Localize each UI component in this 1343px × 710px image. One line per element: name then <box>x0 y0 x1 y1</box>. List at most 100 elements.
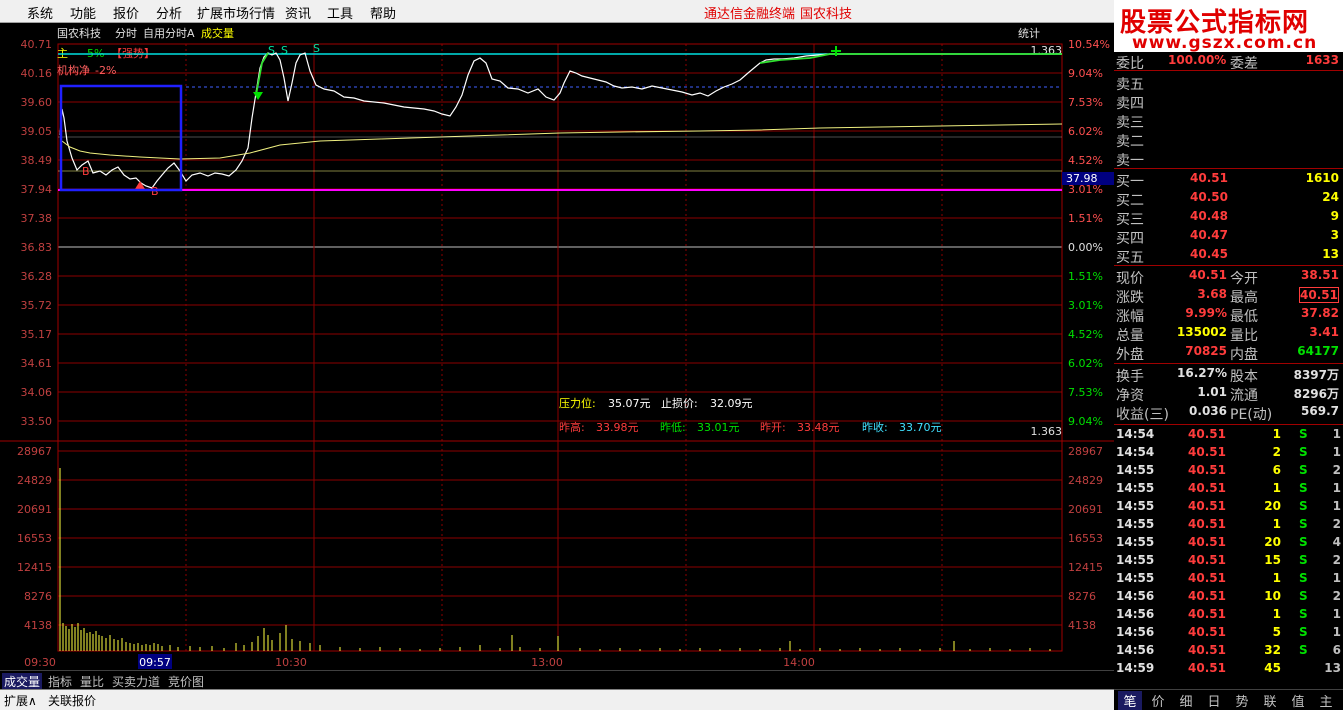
chart-mode[interactable]: 分时 <box>115 27 137 40</box>
price-lines <box>58 52 1063 191</box>
tick-count: 13 <box>1324 661 1341 675</box>
right-tab[interactable]: 联 <box>1258 691 1282 710</box>
tab-indicator[interactable]: 指标 <box>46 673 74 690</box>
order-ratio-value: 100.00% <box>1168 53 1227 67</box>
menu-system[interactable]: 系统 <box>27 3 53 22</box>
volume-tick-label-right: 16553 <box>1068 532 1103 545</box>
tab-volume[interactable]: 成交量 <box>2 673 43 690</box>
ask-row: 卖五 <box>1114 73 1343 93</box>
menu-tools[interactable]: 工具 <box>327 3 353 22</box>
tick-count: 1 <box>1332 481 1341 495</box>
stats-button[interactable]: 统计 <box>1018 27 1040 40</box>
stat-value: 37.82 <box>1301 306 1339 320</box>
tick-price: 40.51 <box>1188 571 1226 585</box>
stat-row: 换手 16.27% 股本 8397万 <box>1114 365 1343 385</box>
stat-label: 收益(三) <box>1116 407 1169 423</box>
stat-value: 8397万 <box>1293 368 1339 382</box>
stat-value: 3.41 <box>1309 325 1339 339</box>
tick-volume: 1 <box>1272 481 1281 495</box>
tab-expand[interactable]: 扩展∧ <box>4 692 37 709</box>
bid-price: 40.50 <box>1190 190 1228 204</box>
volume-tick-label: 28967 <box>17 445 52 458</box>
bid-price: 40.48 <box>1190 209 1228 223</box>
menu-function[interactable]: 功能 <box>70 3 96 22</box>
ask-row: 卖一 <box>1114 149 1343 169</box>
bid-label: 买五 <box>1116 250 1144 266</box>
stat-value: 1.01 <box>1197 385 1227 399</box>
pct-tick-label: 6.02% <box>1068 125 1103 138</box>
right-tab[interactable]: 日 <box>1202 691 1226 710</box>
extension-bar: 扩展∧ 关联报价 <box>0 689 1114 710</box>
pct-tick-label: 7.53% <box>1068 386 1103 399</box>
tick-price: 40.51 <box>1188 517 1226 531</box>
intraday-chart[interactable]: 40.71 10.54% 40.16 9.04% 39.60 7.53% 39.05 6.02… <box>0 23 1114 670</box>
tick-price: 40.51 <box>1188 553 1226 567</box>
menu-help[interactable]: 帮助 <box>370 3 396 22</box>
tick-volume: 15 <box>1264 553 1281 567</box>
tick-row: 14:56 40.51 32 S 6 <box>1114 642 1343 660</box>
tick-time: 14:59 <box>1116 661 1155 675</box>
tab-volume-ratio[interactable]: 量比 <box>78 673 106 690</box>
tick-volume: 32 <box>1264 643 1281 657</box>
stat-row: 涨幅 9.99% 最低 37.82 <box>1114 305 1343 325</box>
price-tick-label: 40.16 <box>21 67 53 80</box>
bid-price: 40.45 <box>1190 247 1228 261</box>
stat-row: 收益(三) 0.036 PE(动) 569.7 <box>1114 403 1343 423</box>
tick-time: 14:56 <box>1116 625 1155 639</box>
limit-segment <box>759 53 1062 64</box>
menu-analysis[interactable]: 分析 <box>156 3 182 22</box>
chart-indicator-name[interactable]: 自用分时A <box>143 27 195 40</box>
tick-row: 14:56 40.51 5 S 1 <box>1114 624 1343 642</box>
menu-ext-market[interactable]: 扩展市场行情 <box>197 3 275 22</box>
right-tab[interactable]: 势 <box>1230 691 1254 710</box>
menu-news[interactable]: 资讯 <box>285 3 311 22</box>
right-tab[interactable]: 主 <box>1314 691 1338 710</box>
tick-direction: S <box>1299 625 1308 639</box>
price-tick-label: 36.83 <box>21 241 53 254</box>
tab-related-quotes[interactable]: 关联报价 <box>48 692 96 709</box>
tick-volume: 20 <box>1264 499 1281 513</box>
stat-label: PE(动) <box>1230 407 1273 423</box>
tick-time: 14:55 <box>1116 499 1155 513</box>
tick-direction: S <box>1299 499 1308 513</box>
tick-time: 14:55 <box>1116 553 1155 567</box>
tick-price: 40.51 <box>1188 463 1226 477</box>
ask-label: 卖三 <box>1116 115 1144 131</box>
right-tab[interactable]: 价 <box>1146 691 1170 710</box>
institution-label: 机构净 <box>57 63 90 77</box>
tab-buy-sell-power[interactable]: 买卖力道 <box>110 673 162 690</box>
right-tab[interactable]: 细 <box>1174 691 1198 710</box>
ask-label: 卖一 <box>1116 153 1144 169</box>
chart-volume-label: 成交量 <box>201 26 234 40</box>
pct-tick-label: 4.52% <box>1068 154 1103 167</box>
bid-row: 买四 40.47 3 <box>1114 227 1343 247</box>
right-tab[interactable]: 笔 <box>1118 691 1142 710</box>
right-tab[interactable]: 值 <box>1286 691 1310 710</box>
bid-price: 40.51 <box>1190 171 1228 185</box>
tab-auction-chart[interactable]: 竞价图 <box>166 673 206 690</box>
top-right-value: 1.363 <box>1031 44 1063 57</box>
tick-direction: S <box>1299 517 1308 531</box>
divider <box>1114 70 1343 71</box>
ask-label: 卖五 <box>1116 77 1144 93</box>
tick-direction: S <box>1299 427 1308 441</box>
price-tick-label: 34.06 <box>21 386 53 399</box>
bid-price: 40.47 <box>1190 228 1228 242</box>
bid-volume: 3 <box>1330 228 1339 242</box>
tick-price: 40.51 <box>1188 445 1226 459</box>
tick-time: 14:55 <box>1116 481 1155 495</box>
tick-time: 14:54 <box>1116 427 1155 441</box>
breakout-segment <box>255 52 269 96</box>
prev-high-label: 昨高: <box>559 420 585 434</box>
tick-direction: S <box>1299 445 1308 459</box>
menu-quote[interactable]: 报价 <box>113 3 139 22</box>
chart-frame <box>57 43 1063 652</box>
stat-value: 16.27% <box>1177 366 1227 380</box>
stat-value: 569.7 <box>1301 404 1339 418</box>
tick-volume: 5 <box>1272 625 1281 639</box>
time-tick-label: 09:30 <box>24 656 56 669</box>
volume-tick-label-right: 28967 <box>1068 445 1103 458</box>
volume-tick-label-right: 24829 <box>1068 474 1103 487</box>
tick-price: 40.51 <box>1188 643 1226 657</box>
volume-tick-label: 16553 <box>17 532 52 545</box>
